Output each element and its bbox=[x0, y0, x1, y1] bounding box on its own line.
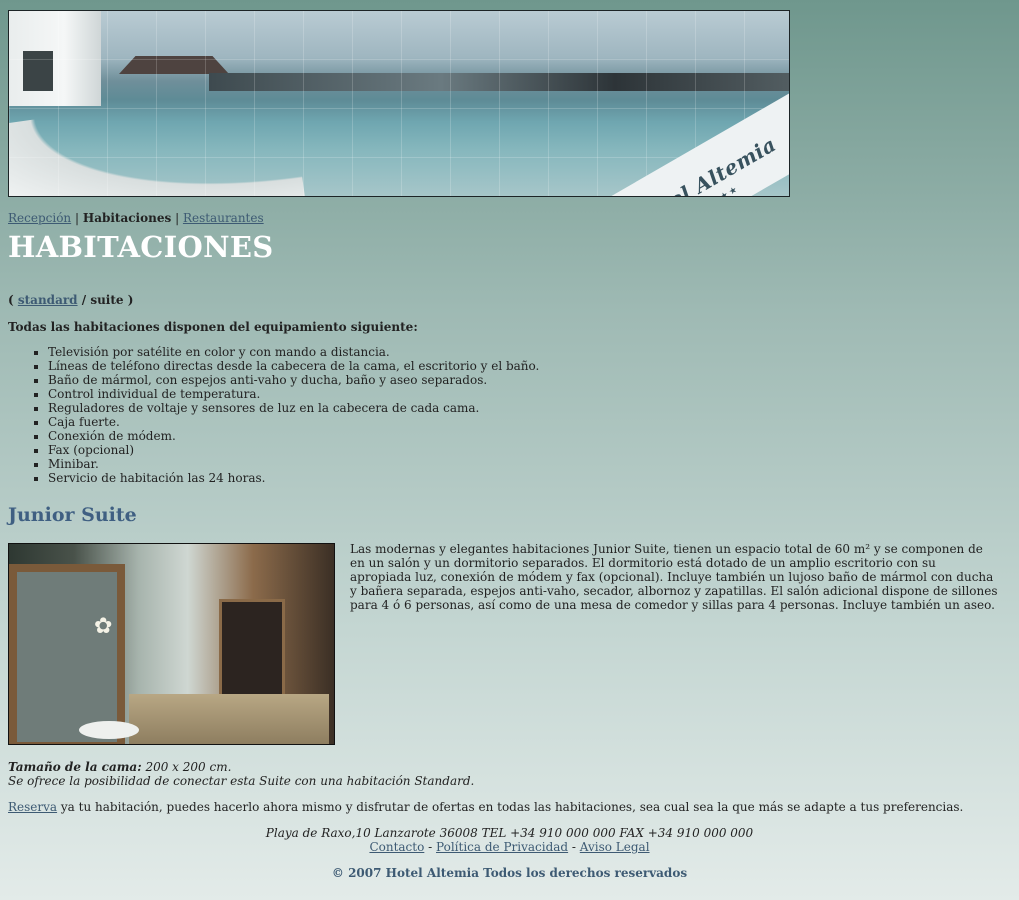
footer-links: Contacto - Política de Privacidad - Avis… bbox=[0, 840, 1019, 854]
bed-size-label: Tamaño de la cama: bbox=[8, 760, 142, 774]
list-item: Servicio de habitación las 24 horas. bbox=[48, 471, 748, 485]
copyright: © 2007 Hotel Altemia Todos los derechos … bbox=[331, 866, 688, 880]
photo-door bbox=[219, 599, 285, 700]
footer-link-separator: - bbox=[568, 840, 580, 854]
subnav-link-standard[interactable]: standard bbox=[18, 293, 78, 307]
subnav-slash: / bbox=[81, 293, 87, 307]
nav-separator: | bbox=[74, 211, 80, 225]
list-item: Fax (opcional) bbox=[48, 443, 748, 457]
footer-link-privacidad[interactable]: Política de Privacidad bbox=[436, 840, 568, 854]
nav-separator: | bbox=[175, 211, 180, 225]
list-item: Líneas de teléfono directas desde la cab… bbox=[48, 359, 748, 373]
reserve-link[interactable]: Reserva bbox=[8, 800, 57, 814]
main-nav: Recepción | Habitaciones | Restaurantes bbox=[8, 211, 264, 225]
photo-floor bbox=[129, 694, 329, 744]
room-type-subnav: ( standard / suite ) bbox=[8, 293, 133, 307]
section-title-junior-suite: Junior Suite bbox=[8, 504, 137, 526]
list-item: Baño de mármol, con espejos anti-vaho y … bbox=[48, 373, 748, 387]
photo-flowers: ✿ bbox=[94, 614, 113, 639]
footer-link-aviso-legal[interactable]: Aviso Legal bbox=[580, 840, 650, 854]
nav-link-recepcion[interactable]: Recepción bbox=[8, 211, 71, 225]
subnav-close-paren: ) bbox=[127, 293, 134, 307]
equipment-intro: Todas las habitaciones disponen del equi… bbox=[8, 320, 418, 334]
reserve-description: ya tu habitación, puedes hacerlo ahora m… bbox=[57, 800, 964, 814]
photo-sink bbox=[79, 721, 139, 739]
subnav-open-paren: ( bbox=[8, 293, 14, 307]
photo-mirror bbox=[9, 564, 125, 744]
footer-link-separator: - bbox=[424, 840, 437, 854]
connect-suite-note: Se ofrece la posibilidad de conectar est… bbox=[8, 774, 475, 788]
list-item: Caja fuerte. bbox=[48, 415, 748, 429]
list-item: Conexión de módem. bbox=[48, 429, 748, 443]
junior-suite-description: Las modernas y elegantes habitaciones Ju… bbox=[350, 542, 998, 612]
bed-size-value: 200 x 200 cm. bbox=[141, 760, 232, 774]
list-item: Reguladores de voltaje y sensores de luz… bbox=[48, 401, 748, 415]
bed-size-info: Tamaño de la cama: 200 x 200 cm. Se ofre… bbox=[8, 760, 474, 788]
nav-current-habitaciones: Habitaciones bbox=[82, 211, 172, 225]
header-banner: Hotel Altemia ★★★★ bbox=[8, 10, 790, 197]
nav-link-restaurantes[interactable]: Restaurantes bbox=[183, 211, 264, 225]
reserve-text: Reserva ya tu habitación, puedes hacerlo… bbox=[8, 800, 963, 814]
equipment-list: Televisión por satélite en color y con m… bbox=[8, 345, 748, 485]
footer-link-contacto[interactable]: Contacto bbox=[369, 840, 424, 854]
footer-address: Playa de Raxo,10 Lanzarote 36008 TEL +34… bbox=[265, 826, 754, 840]
subnav-current-suite: suite bbox=[90, 293, 124, 307]
junior-suite-photo: ✿ bbox=[8, 543, 335, 745]
list-item: Minibar. bbox=[48, 457, 748, 471]
list-item: Televisión por satélite en color y con m… bbox=[48, 345, 748, 359]
page-title: HABITACIONES bbox=[8, 230, 274, 264]
list-item: Control individual de temperatura. bbox=[48, 387, 748, 401]
